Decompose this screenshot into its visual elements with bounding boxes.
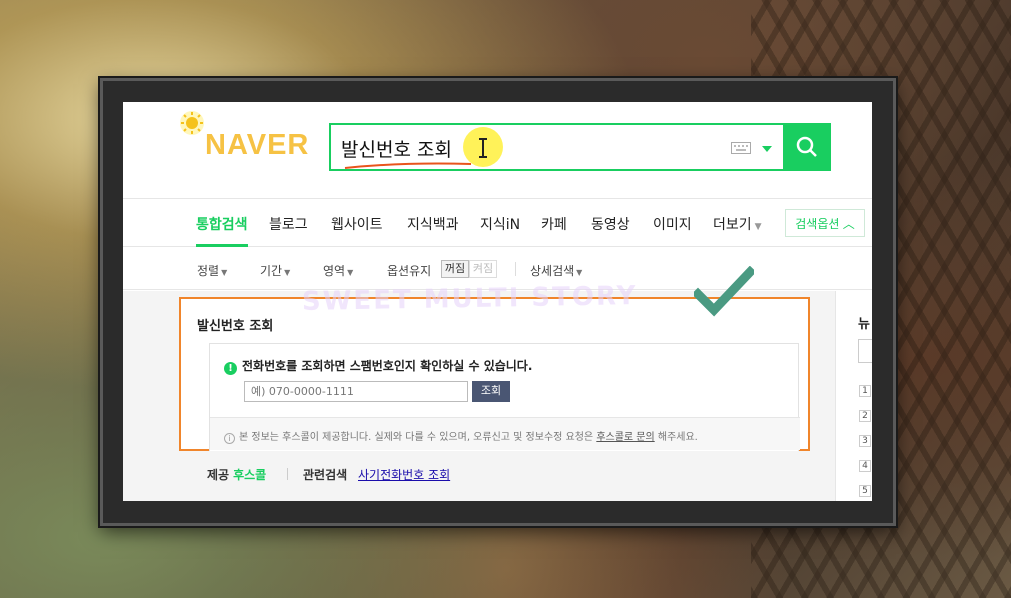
search-query-text: 발신번호 조회 xyxy=(341,139,452,161)
search-header: NAVER 발신번호 조회 xyxy=(123,102,872,199)
whoscall-inquiry-link[interactable]: 후스콜로 문의 xyxy=(596,432,654,443)
tab-image[interactable]: 이미지 xyxy=(653,214,692,234)
tab-more[interactable]: 더보기 ▼ xyxy=(713,214,762,234)
caret-down-icon: ▼ xyxy=(347,268,354,277)
rank-item[interactable]: 3 xyxy=(859,435,871,447)
keep-options-label: 옵션유지 xyxy=(387,264,432,278)
search-options-label: 검색옵션 xyxy=(795,216,840,231)
tab-cafe[interactable]: 카페 xyxy=(541,214,567,234)
lookup-button[interactable]: 조회 xyxy=(472,381,510,402)
caret-down-icon: ▼ xyxy=(284,268,291,277)
search-options-button[interactable]: 검색옵션 ︿ xyxy=(785,209,865,237)
filter-sort-label: 정렬 xyxy=(197,264,220,278)
notice-text: i 본 정보는 후스콜이 제공합니다. 실제와 다를 수 있으며, 오류신고 및 … xyxy=(224,428,698,444)
caret-down-icon: ▼ xyxy=(221,268,228,277)
related-search-link[interactable]: 사기전화번호 조회 xyxy=(358,466,450,483)
divider xyxy=(515,262,516,276)
provider-name[interactable]: 후스콜 xyxy=(233,468,266,482)
notice-suffix: 해주세요. xyxy=(654,432,698,443)
provider-label: 제공 xyxy=(207,468,230,482)
chevron-down-icon[interactable] xyxy=(762,146,772,152)
search-button[interactable] xyxy=(783,123,831,171)
notice-bar: i 본 정보는 후스콜이 제공합니다. 실제와 다를 수 있으며, 오류신고 및 … xyxy=(210,417,800,450)
toggle-on-button[interactable]: 켜짐 xyxy=(469,260,497,278)
tab-website[interactable]: 웹사이트 xyxy=(331,214,383,234)
tab-encyclopedia[interactable]: 지식백과 xyxy=(407,214,459,234)
filter-advanced[interactable]: 상세검색 ▼ xyxy=(530,262,582,279)
filter-advanced-label: 상세검색 xyxy=(530,264,575,278)
caret-down-icon: ▼ xyxy=(754,222,762,232)
filter-sort[interactable]: 정렬 ▼ xyxy=(197,262,227,279)
side-panel-title: 뉴 xyxy=(858,317,870,332)
checkmark-icon xyxy=(694,266,754,317)
watermark: SWEET MULTI STORY xyxy=(301,281,638,317)
rank-item[interactable]: 5 xyxy=(859,485,871,497)
rank-item[interactable]: 1 xyxy=(859,385,871,397)
red-underline-annotation xyxy=(344,162,472,169)
related-search-label: 관련검색 xyxy=(303,468,348,482)
filter-period[interactable]: 기간 ▼ xyxy=(260,262,290,279)
sun-icon xyxy=(180,111,204,135)
tab-blog[interactable]: 블로그 xyxy=(269,214,308,234)
info-icon: i xyxy=(224,433,235,444)
filter-area-label: 영역 xyxy=(323,264,346,278)
exclamation-icon: ! xyxy=(224,362,237,375)
side-panel-input[interactable] xyxy=(858,339,872,363)
caller-id-card: 발신번호 조회 ! 전화번호를 조회하면 스팸번호인지 확인하실 수 있습니다. … xyxy=(179,297,810,451)
search-input[interactable]: 발신번호 조회 xyxy=(329,123,785,171)
tab-more-label: 더보기 xyxy=(713,217,752,233)
tab-video[interactable]: 동영상 xyxy=(591,214,630,234)
text-cursor-icon xyxy=(479,138,487,158)
info-message: ! 전화번호를 조회하면 스팸번호인지 확인하실 수 있습니다. xyxy=(224,357,532,375)
tab-knowledge-in[interactable]: 지식iN xyxy=(480,214,520,234)
rank-item[interactable]: 4 xyxy=(859,460,871,472)
info-text: 전화번호를 조회하면 스팸번호인지 확인하실 수 있습니다. xyxy=(242,359,533,373)
chevron-up-icon: ︿ xyxy=(842,216,855,231)
phone-number-input[interactable]: 예) 070-0000-1111 xyxy=(244,381,468,402)
naver-logo[interactable]: NAVER xyxy=(205,129,309,162)
rank-item[interactable]: 2 xyxy=(859,410,871,422)
notice-prefix: 본 정보는 후스콜이 제공합니다. 실제와 다를 수 있으며, 오류신고 및 정… xyxy=(239,432,597,443)
card-title: 발신번호 조회 xyxy=(197,319,274,334)
filter-period-label: 기간 xyxy=(260,264,283,278)
toggle-off-button[interactable]: 꺼짐 xyxy=(441,260,469,278)
side-panel: 뉴 1 2 3 4 5 xyxy=(835,291,872,501)
results-area: 발신번호 조회 ! 전화번호를 조회하면 스팸번호인지 확인하실 수 있습니다. … xyxy=(123,291,872,501)
divider xyxy=(287,468,288,480)
search-tabs: 통합검색 블로그 웹사이트 지식백과 지식iN 카페 동영상 이미지 더보기 ▼ … xyxy=(123,200,872,247)
active-tab-indicator xyxy=(196,244,248,247)
provider-info: 제공 후스콜 xyxy=(207,466,266,483)
search-icon xyxy=(796,136,817,157)
keyboard-icon[interactable] xyxy=(731,142,751,154)
filter-area[interactable]: 영역 ▼ xyxy=(323,262,353,279)
tab-integrated-search[interactable]: 통합검색 xyxy=(196,214,248,234)
lookup-panel: ! 전화번호를 조회하면 스팸번호인지 확인하실 수 있습니다. 예) 070-0… xyxy=(209,343,800,451)
caret-down-icon: ▼ xyxy=(576,268,583,277)
